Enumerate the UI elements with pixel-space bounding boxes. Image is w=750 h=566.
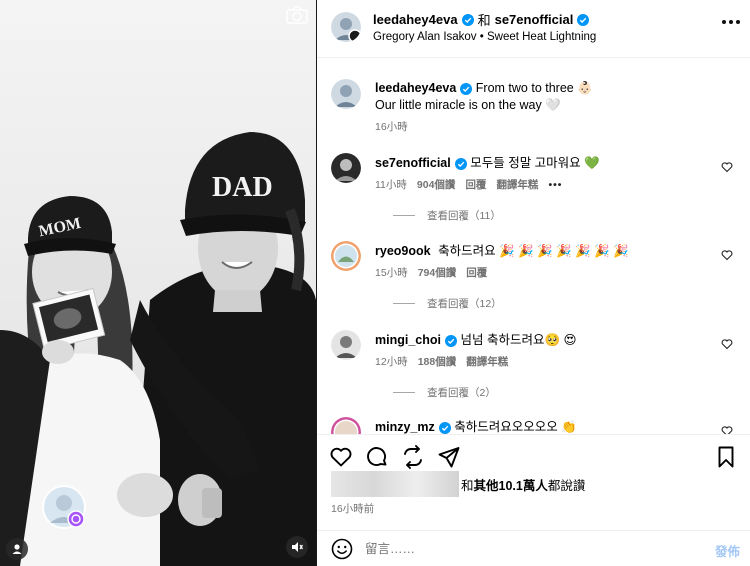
post-timestamp[interactable]: 16小時前	[331, 501, 374, 516]
comment-text: se7enofficial 모두들 정말 고마워요 💚	[375, 155, 600, 172]
comment-username[interactable]: mingi_choi	[375, 333, 441, 347]
comment-time[interactable]: 15小時	[375, 265, 408, 280]
comment-content: 축하드려요오오오오 👏	[454, 420, 577, 434]
translate-button[interactable]: 翻譯年糕	[466, 354, 508, 369]
header-user2[interactable]: se7enofficial	[495, 12, 574, 27]
post-detail-panel: leedahey4eva 和 se7enofficial Gregory Ala…	[317, 0, 750, 566]
send-icon[interactable]	[437, 445, 461, 469]
verified-icon	[577, 13, 590, 26]
comment-content: 축하드려요 🎉 🎉 🎉 🎉 🎉 🎉 🎉	[438, 244, 629, 258]
caption-time[interactable]: 16小時	[375, 119, 408, 134]
view-replies-label: 查看回覆（12）	[427, 298, 502, 310]
caption-line2: Our little miracle is on the way 🤍	[375, 98, 561, 112]
comment-text: minzy_mz 축하드려요오오오오 👏	[375, 419, 577, 434]
comment-likes[interactable]: 904個讚	[417, 177, 456, 192]
comment-item: minzy_mz 축하드려요오오오오 👏	[331, 417, 741, 434]
comment-meta: 15小時 794個讚 回覆	[375, 265, 487, 280]
comment-meta: 12小時 188個讚 翻譯年糕	[375, 354, 508, 369]
comment-meta: 11小時 904個讚 回覆 翻譯年糕 •••	[375, 177, 562, 192]
avatar-image	[42, 485, 86, 529]
post-comment-button[interactable]: 發佈	[715, 541, 740, 560]
comment-content: 넘넘 축하드려요🥺 😍	[460, 333, 577, 347]
caption-text: leedahey4eva From two to three 👶🏻 Our li…	[375, 80, 593, 114]
comment-avatar[interactable]	[331, 153, 361, 183]
comment-avatar[interactable]	[331, 241, 361, 271]
comment-text: mingi_choi 넘넘 축하드려요🥺 😍	[375, 332, 577, 349]
mute-icon[interactable]	[286, 536, 308, 558]
bookmark-icon[interactable]	[714, 445, 738, 469]
post-header: leedahey4eva 和 se7enofficial Gregory Ala…	[317, 0, 750, 58]
comment-like-heart-icon[interactable]	[721, 249, 733, 261]
view-replies-button[interactable]: 查看回覆（12）	[393, 296, 502, 311]
heart-icon[interactable]	[329, 445, 353, 469]
verified-icon	[460, 82, 473, 95]
comment-text: ryeo9ook 축하드려요 🎉 🎉 🎉 🎉 🎉 🎉 🎉	[375, 243, 629, 260]
header-usernames: leedahey4eva 和 se7enofficial	[373, 10, 590, 29]
likes-suffix: 都說讚	[547, 478, 586, 493]
comment-avatar[interactable]	[331, 417, 361, 434]
camera-icon[interactable]	[286, 6, 308, 24]
comment-username[interactable]: minzy_mz	[375, 420, 435, 434]
comment-composer: 發佈	[317, 530, 750, 566]
comment-input[interactable]	[365, 539, 665, 559]
comment-item: mingi_choi 넘넘 축하드려요🥺 😍 12小時 188個讚 翻譯年糕 查…	[331, 330, 741, 420]
caption-avatar[interactable]	[331, 79, 361, 109]
comment-like-heart-icon[interactable]	[721, 161, 733, 173]
comment-time[interactable]: 11小時	[375, 177, 407, 192]
likes-summary[interactable]: 和 其他10.1萬人 都說讚	[331, 471, 585, 497]
view-replies-button[interactable]: 查看回覆（2）	[393, 385, 496, 400]
comment-likes[interactable]: 188個讚	[418, 354, 457, 369]
post-media[interactable]: DAD MOM	[0, 0, 316, 566]
verified-icon	[444, 334, 457, 347]
share-icon[interactable]	[401, 445, 425, 469]
user-tag-icon[interactable]	[6, 538, 28, 560]
header-conjunction: 和	[477, 13, 491, 28]
comment-like-heart-icon[interactable]	[721, 425, 733, 434]
more-icon[interactable]	[722, 20, 740, 26]
verified-icon	[461, 13, 474, 26]
comments-list[interactable]: leedahey4eva From two to three 👶🏻 Our li…	[317, 59, 750, 434]
verified-icon	[454, 157, 467, 170]
verified-icon	[438, 421, 451, 434]
view-replies-button[interactable]: 查看回覆（11）	[393, 208, 501, 223]
comment-options-icon[interactable]: •••	[548, 179, 562, 191]
comment-avatar[interactable]	[331, 330, 361, 360]
comment-username[interactable]: ryeo9ook	[375, 244, 431, 258]
translate-button[interactable]: 翻譯年糕	[496, 177, 538, 192]
comment-content: 모두들 정말 고마워요 💚	[470, 156, 600, 170]
reply-button[interactable]: 回覆	[466, 265, 487, 280]
comment-item: se7enofficial 모두들 정말 고마워요 💚 11小時 904個讚 回…	[331, 153, 741, 243]
audio-track-link[interactable]: Gregory Alan Isakov • Sweet Heat Lightni…	[373, 31, 596, 43]
caption-line1: From two to three 👶🏻	[475, 81, 593, 95]
emoji-icon[interactable]	[331, 538, 353, 560]
collab-avatar[interactable]	[42, 485, 86, 529]
likes-count[interactable]: 其他10.1萬人	[474, 475, 548, 494]
comment-likes[interactable]: 794個讚	[418, 265, 457, 280]
header-avatar[interactable]	[331, 12, 361, 42]
comment-icon[interactable]	[365, 445, 389, 469]
post-actions: 和 其他10.1萬人 都說讚 16小時前	[317, 434, 750, 524]
comment-time[interactable]: 12小時	[375, 354, 408, 369]
comment-like-heart-icon[interactable]	[721, 338, 733, 350]
dad-cap-text: DAD	[212, 172, 273, 203]
comment-username[interactable]: se7enofficial	[375, 156, 451, 170]
reply-button[interactable]: 回覆	[465, 177, 486, 192]
likes-prefix: 和	[461, 478, 474, 493]
view-replies-label: 查看回覆（11）	[427, 210, 501, 222]
caption-username[interactable]: leedahey4eva	[375, 81, 456, 95]
view-replies-label: 查看回覆（2）	[427, 387, 496, 399]
photo-scene: DAD MOM	[0, 132, 316, 566]
header-user1[interactable]: leedahey4eva	[373, 12, 458, 27]
blurred-likers	[331, 471, 459, 497]
comment-item: ryeo9ook 축하드려요 🎉 🎉 🎉 🎉 🎉 🎉 🎉 15小時 794個讚 …	[331, 241, 741, 331]
caption-meta: 16小時	[375, 119, 408, 134]
